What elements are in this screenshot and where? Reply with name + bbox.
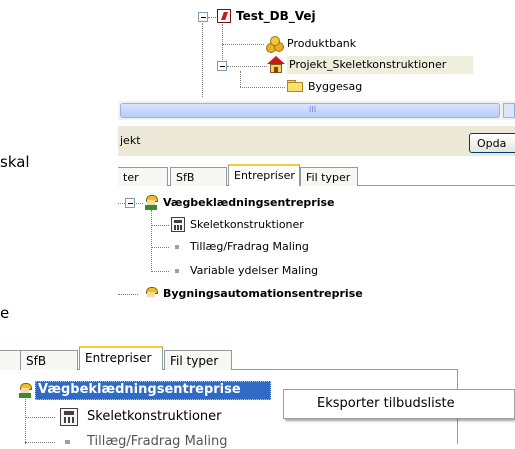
tree-item-variable[interactable]: Variable ydelser Maling [190, 264, 318, 277]
tree-item-tillaeg[interactable]: Tillæg/Fradrag Maling [190, 240, 309, 253]
context-menu: Eksporter tilbudsliste [283, 389, 515, 419]
tab-ter[interactable]: ter [118, 167, 168, 186]
panel-header-label: jekt [120, 134, 141, 147]
update-button-label: Opda [477, 137, 507, 150]
cropped-text: e [0, 304, 10, 322]
entrepriser-tree: Vægbeklædningsentreprise Skeletkonstrukt… [118, 187, 515, 300]
worker-icon [18, 383, 32, 398]
tree-root-vaegbeklaedning[interactable]: Vægbeklædningsentreprise [38, 382, 241, 397]
tab-strip: ter SfB Entrepriser Fil typer [118, 156, 515, 187]
tab-label: SfB [176, 171, 195, 184]
horizontal-scrollbar[interactable]: III [118, 101, 515, 120]
tree-item-skeletkonstruktioner[interactable]: Skeletkonstruktioner [190, 218, 304, 231]
bullet-icon [175, 245, 179, 249]
product-bank-icon [266, 36, 284, 53]
bullet-icon [175, 269, 179, 273]
scrollbar-grip: III [309, 105, 317, 114]
tab-label: Fil typer [170, 354, 219, 368]
tab-fil-typer[interactable]: Fil typer [300, 167, 358, 186]
tab-label: Entrepriser [234, 169, 295, 182]
folder-icon [287, 80, 303, 92]
calculator-icon [171, 217, 185, 232]
menu-item-eksporter-tilbudsliste[interactable]: Eksporter tilbudsliste [317, 396, 455, 411]
tree-root-vaegbeklaedning[interactable]: Vægbeklædningsentreprise [163, 196, 335, 209]
house-icon [267, 56, 285, 73]
database-icon [217, 9, 231, 23]
tab-sfb[interactable]: SfB [20, 350, 78, 370]
update-button[interactable]: Opda [469, 133, 515, 153]
worker-icon [144, 287, 158, 302]
tree-item-byggesag[interactable]: Byggesag [308, 80, 362, 93]
tree-item-tillaeg[interactable]: Tillæg/Fradrag Maling [87, 434, 227, 449]
tab-entrepriser[interactable]: Entrepriser [79, 346, 163, 370]
tree-item-skeletkonstruktioner[interactable]: Skeletkonstruktioner [87, 409, 222, 424]
middle-panel: III jekt Opda ter SfB Entrepriser Fil ty… [118, 100, 515, 300]
tree-item-produktbank[interactable]: Produktbank [287, 37, 356, 50]
tree-root-bygningsautomation[interactable]: Bygningsautomationsentreprise [163, 287, 363, 300]
tree-item-projekt[interactable]: Projekt_Skeletkonstruktioner [289, 58, 446, 71]
tab-sfb[interactable]: SfB [170, 167, 227, 186]
tab-fil-typer[interactable]: Fil typer [164, 350, 232, 370]
bottom-panel: SfB Entrepriser Fil typer Vægbeklædnings… [0, 336, 515, 449]
tree-root-label[interactable]: Test_DB_Vej [236, 9, 316, 23]
collapse-expander[interactable] [198, 12, 208, 22]
tab-label: ter [123, 171, 139, 184]
panel-header: jekt Opda [118, 126, 515, 156]
tab-label: SfB [26, 354, 47, 368]
cropped-text: skal [0, 153, 30, 171]
bullet-icon [65, 440, 70, 444]
collapse-expander[interactable] [125, 198, 135, 208]
worker-icon [144, 195, 158, 210]
tab-label: Fil typer [306, 171, 351, 184]
scrollbar-thumb[interactable]: III [120, 103, 500, 118]
scroll-right-button[interactable] [503, 103, 515, 118]
tab-entrepriser[interactable]: Entrepriser [228, 164, 300, 186]
calculator-icon [60, 408, 78, 426]
tab-label: Entrepriser [85, 351, 152, 365]
collapse-expander[interactable] [217, 61, 227, 71]
